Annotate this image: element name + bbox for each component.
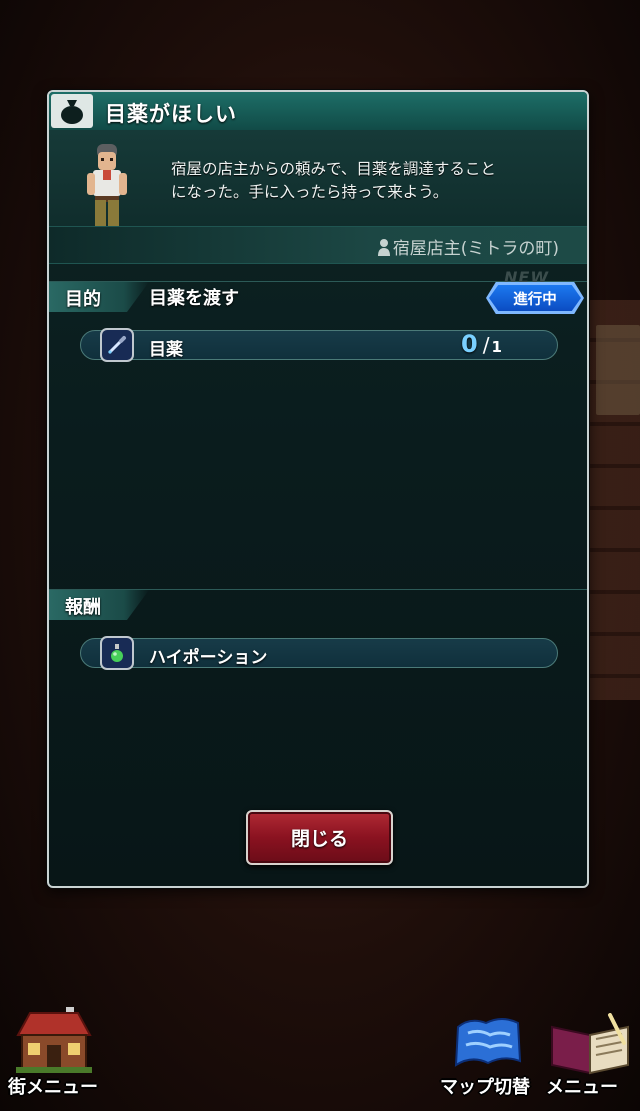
menu-label: メニュー (546, 1077, 618, 1098)
bag-icon (51, 94, 93, 128)
count-required: 1 (491, 338, 502, 356)
objective-text: 目薬を渡す (149, 288, 239, 309)
close-button[interactable]: 閉じる (246, 810, 393, 865)
quest-giver-name: 宿屋店主(ミトラの町) (392, 239, 559, 259)
quest-title: 目薬がほしい (105, 102, 237, 126)
objective-item-name: 目薬 (149, 340, 183, 360)
objective-label: 目的 (65, 289, 101, 310)
reward-item-name: ハイポーション (149, 648, 268, 668)
town-menu-label: 街メニュー (8, 1077, 98, 1098)
map-icon (454, 1018, 522, 1067)
reward-item-row: ハイポーション (80, 638, 558, 668)
count-separator: / (482, 333, 490, 357)
status-badge: 進行中 (489, 285, 581, 311)
menu-button[interactable]: メニュー (540, 1005, 640, 1105)
map-switch-label: マップ切替 (440, 1077, 530, 1098)
reward-label: 報酬 (65, 597, 101, 618)
map-switch-button[interactable]: マップ切替 (438, 1005, 534, 1105)
count-current: 0 (461, 330, 478, 358)
description-line-2: になった。手に入ったら持って来よう。 (171, 183, 449, 201)
town-menu-button[interactable]: 街メニュー (6, 1005, 102, 1105)
potion-icon (100, 636, 134, 670)
objective-count: 0 / 1 (461, 330, 502, 358)
quest-dialog: 目薬がほしい 宿屋の店主からの頼みで、目薬を調達すること になった。手に入ったら… (47, 90, 589, 888)
quest-description: 宿屋の店主からの頼みで、目薬を調達すること になった。手に入ったら持って来よう。 (171, 158, 571, 204)
description-line-1: 宿屋の店主からの頼みで、目薬を調達すること (171, 160, 496, 178)
town-house-icon (16, 1007, 92, 1073)
background-sign (596, 325, 640, 415)
quest-giver-bar: 宿屋店主(ミトラの町) (49, 226, 587, 264)
book-icon (551, 1013, 629, 1075)
person-icon (377, 238, 390, 256)
title-bar: 目薬がほしい (49, 92, 587, 131)
reward-divider (49, 589, 587, 590)
quest-giver: 宿屋店主(ミトラの町) (377, 234, 559, 259)
eye-drop-icon (100, 328, 134, 362)
